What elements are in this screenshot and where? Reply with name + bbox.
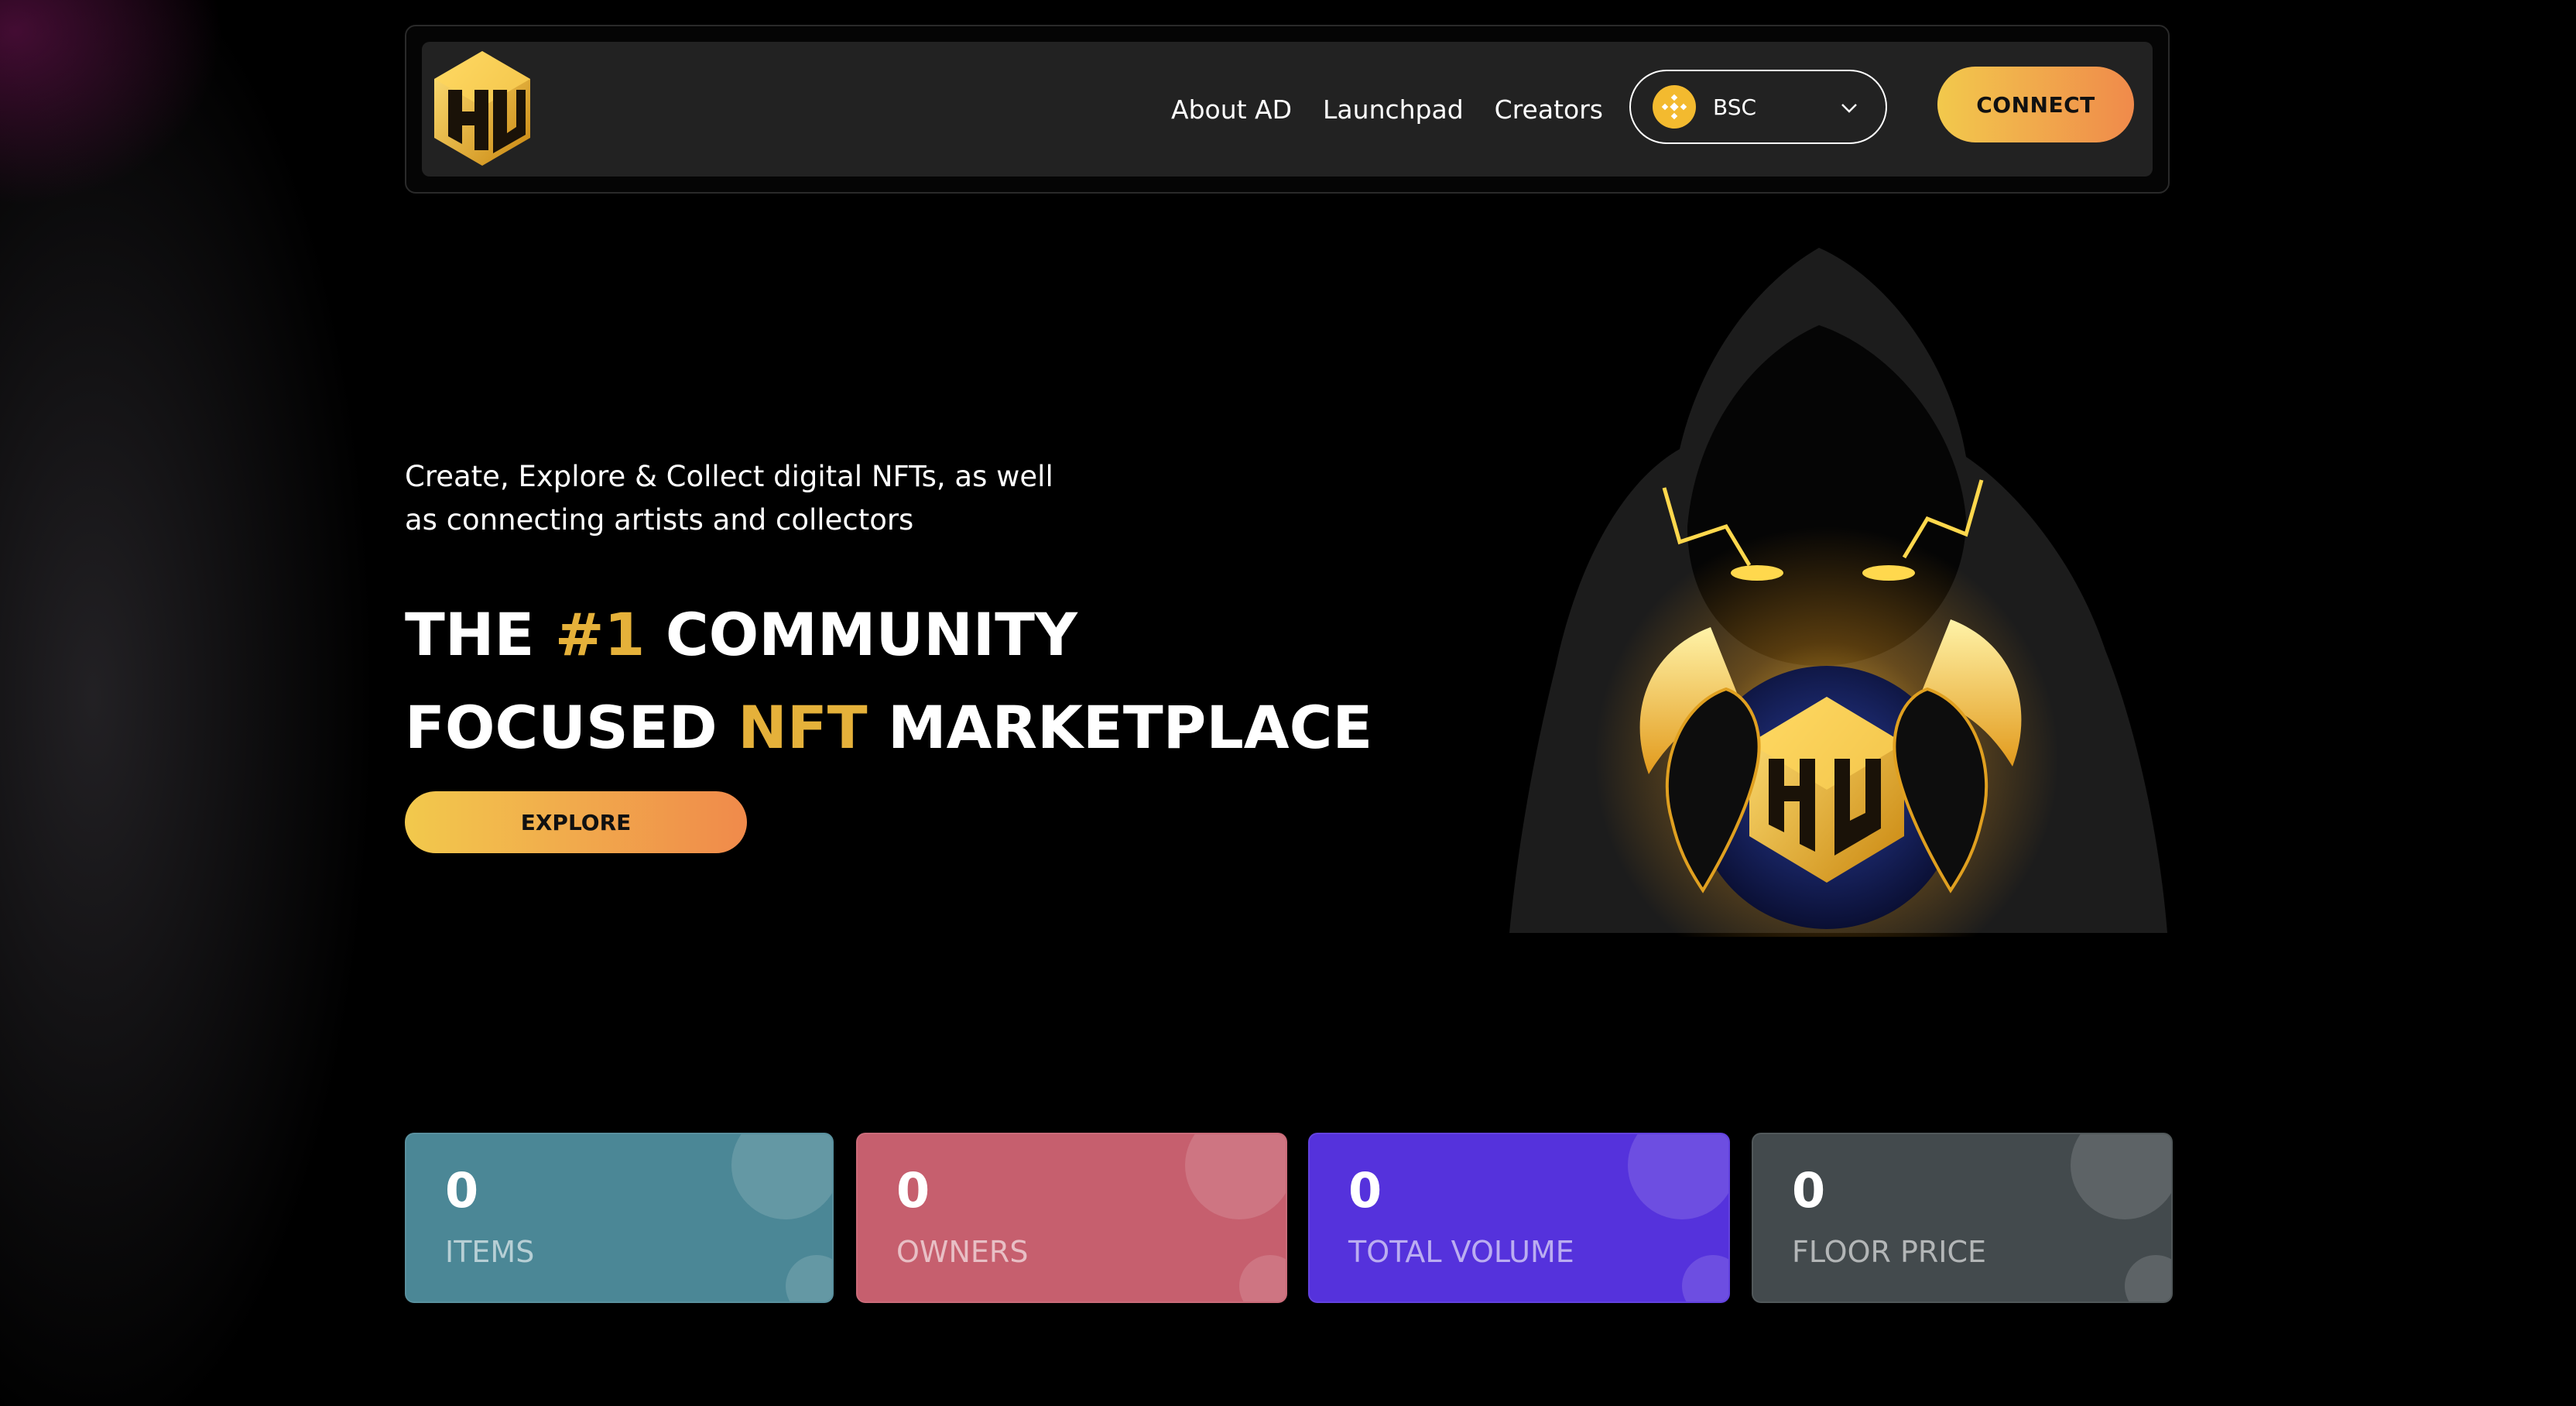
headline-text: FOCUSED bbox=[405, 693, 738, 762]
decorative-circle bbox=[1628, 1134, 1728, 1219]
stat-card-items: 0 ITEMS bbox=[405, 1133, 834, 1303]
decorative-circle bbox=[2071, 1134, 2171, 1219]
decorative-circle bbox=[2125, 1255, 2171, 1301]
stat-value: 0 bbox=[1792, 1162, 1826, 1219]
headline-accent: #1 bbox=[554, 600, 646, 669]
hero-tagline: Create, Explore & Collect digital NFTs, … bbox=[405, 455, 1055, 542]
page: About AD Launchpad Creators BSC CONNECT … bbox=[0, 0, 2576, 1406]
nav-link-creators[interactable]: Creators bbox=[1495, 94, 1603, 125]
decorative-circle bbox=[1682, 1255, 1728, 1301]
bnb-icon bbox=[1653, 85, 1696, 129]
decorative-circle bbox=[1185, 1134, 1286, 1219]
headline-accent: NFT bbox=[738, 693, 868, 762]
hero-headline: THE #1 COMMUNITY FOCUSED NFT MARKETPLACE bbox=[405, 588, 1372, 774]
stat-label: FLOOR PRICE bbox=[1792, 1235, 1987, 1269]
decorative-circle bbox=[786, 1255, 832, 1301]
connect-button[interactable]: CONNECT bbox=[1937, 67, 2134, 142]
nav-link-launchpad[interactable]: Launchpad bbox=[1323, 94, 1464, 125]
hero-tagline-line1: Create, Explore & Collect digital NFTs, … bbox=[405, 460, 1053, 493]
nav-links: About AD Launchpad Creators bbox=[1171, 42, 1634, 177]
navbar-inner: About AD Launchpad Creators BSC CONNECT bbox=[422, 42, 2153, 177]
headline-text: MARKETPLACE bbox=[867, 693, 1373, 762]
chain-selector[interactable]: BSC bbox=[1629, 70, 1887, 144]
stat-card-owners: 0 OWNERS bbox=[856, 1133, 1287, 1303]
stat-label: TOTAL VOLUME bbox=[1348, 1235, 1574, 1269]
stat-value: 0 bbox=[896, 1162, 930, 1219]
hero-headline-line2: FOCUSED NFT MARKETPLACE bbox=[405, 681, 1372, 774]
stat-label: ITEMS bbox=[445, 1235, 535, 1269]
stat-card-total-volume: 0 TOTAL VOLUME bbox=[1308, 1133, 1730, 1303]
hero-tagline-line2: as connecting artists and collectors bbox=[405, 503, 914, 537]
brand-logo[interactable] bbox=[431, 50, 533, 167]
hooded-figure-illustration bbox=[1509, 248, 2167, 937]
decorative-circle bbox=[1239, 1255, 1286, 1301]
stat-value: 0 bbox=[445, 1162, 479, 1219]
hero-headline-line1: THE #1 COMMUNITY bbox=[405, 588, 1372, 681]
stat-label: OWNERS bbox=[896, 1235, 1029, 1269]
chevron-down-icon bbox=[1841, 104, 1857, 113]
chain-label: BSC bbox=[1713, 94, 1757, 120]
headline-text: THE bbox=[405, 600, 555, 669]
headline-text: COMMUNITY bbox=[645, 600, 1077, 669]
stat-value: 0 bbox=[1348, 1162, 1382, 1219]
explore-button[interactable]: EXPLORE bbox=[405, 791, 747, 853]
navbar: About AD Launchpad Creators BSC CONNECT bbox=[405, 25, 2170, 194]
decorative-circle bbox=[731, 1134, 832, 1219]
stat-card-floor-price: 0 FLOOR PRICE bbox=[1752, 1133, 2173, 1303]
nav-link-about[interactable]: About AD bbox=[1171, 94, 1292, 125]
